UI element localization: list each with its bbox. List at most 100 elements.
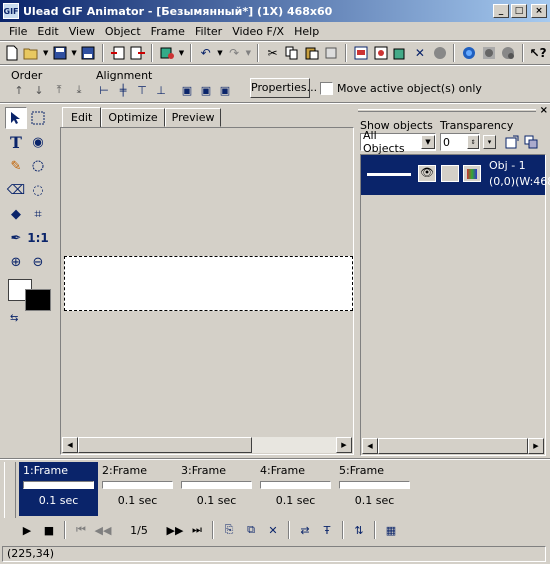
tab-optimize[interactable]: Optimize xyxy=(101,108,165,127)
magic-wand-tool-icon[interactable]: ◉ xyxy=(27,131,49,153)
align-horizontal-icon[interactable]: ▣ xyxy=(178,82,196,98)
reverse-frames-icon[interactable]: ⇅ xyxy=(348,520,370,540)
align-both-icon[interactable]: ▣ xyxy=(216,82,234,98)
export-icon[interactable] xyxy=(128,43,148,63)
scroll-thumb[interactable] xyxy=(378,438,528,454)
paintbrush-tool-icon[interactable]: ✎ xyxy=(5,155,27,177)
duplicate-object-icon[interactable] xyxy=(521,132,541,152)
help-icon[interactable]: ↖? xyxy=(528,43,548,63)
marquee-tool-icon[interactable] xyxy=(27,107,49,129)
actual-size-tool-icon[interactable]: 1:1 xyxy=(27,227,49,249)
text-banner-icon[interactable]: Ŧ xyxy=(316,520,338,540)
next-frame-icon[interactable]: ▶▶ xyxy=(164,520,186,540)
frame-panel-grip[interactable] xyxy=(4,462,16,518)
save-icon[interactable] xyxy=(50,43,70,63)
stop-icon[interactable]: ■ xyxy=(38,520,60,540)
frame-delay[interactable]: 0.1 sec xyxy=(256,494,335,507)
menu-video-fx[interactable]: Video F/X xyxy=(227,25,289,38)
object-row[interactable]: 👁 Obj - 1 (0,0)(W:468 xyxy=(361,155,550,195)
object-list[interactable]: 👁 Obj - 1 (0,0)(W:468 ◀ ▶ xyxy=(360,154,550,456)
tab-edit[interactable]: Edit xyxy=(62,107,102,127)
banner-canvas[interactable] xyxy=(64,256,353,311)
zoom-out-tool-icon[interactable]: ⊖ xyxy=(27,251,49,273)
frame-1[interactable]: 1:Frame 0.1 sec xyxy=(19,462,98,516)
globe-icon[interactable] xyxy=(499,43,519,63)
lasso-tool-icon[interactable]: ◌ xyxy=(27,179,49,201)
send-to-back-icon[interactable]: ⤓ xyxy=(70,82,88,98)
minimize-button[interactable]: _ xyxy=(493,4,509,18)
scroll-right-icon[interactable]: ▶ xyxy=(528,438,544,454)
text-tool-icon[interactable]: T xyxy=(5,131,27,153)
eraser-tool-icon[interactable]: ⌫ xyxy=(5,179,27,201)
scroll-left-icon[interactable]: ◀ xyxy=(62,437,78,453)
chevron-down-icon[interactable]: ▼ xyxy=(421,135,435,149)
fill-tool-icon[interactable]: ◆ xyxy=(5,203,27,225)
redo-dropdown-icon[interactable]: ▼ xyxy=(244,43,253,63)
eyedropper-tool-icon[interactable]: ✒ xyxy=(5,227,27,249)
bring-forward-icon[interactable]: ↑ xyxy=(10,82,28,98)
frame-2[interactable]: 2:Frame 0.1 sec xyxy=(98,462,177,516)
canvas-horizontal-scrollbar[interactable]: ◀ ▶ xyxy=(62,437,352,453)
optimize-dropdown-icon[interactable]: ▼ xyxy=(177,43,186,63)
copy-icon[interactable] xyxy=(282,43,302,63)
align-bottom-icon[interactable]: ⊥ xyxy=(152,82,170,98)
scroll-right-icon[interactable]: ▶ xyxy=(336,437,352,453)
canvas-viewport[interactable]: ◀ ▶ xyxy=(60,127,354,455)
transparency-field[interactable]: 0 ⇕ xyxy=(440,133,480,151)
duplicate-frame-icon[interactable]: ⧉ xyxy=(240,520,262,540)
show-objects-select[interactable]: All Objects ▼ xyxy=(360,129,436,155)
open-icon[interactable] xyxy=(22,43,42,63)
frame-delay[interactable]: 0.1 sec xyxy=(98,494,177,507)
frame-5[interactable]: 5:Frame 0.1 sec xyxy=(335,462,414,516)
bring-to-front-icon[interactable]: ⤒ xyxy=(50,82,68,98)
crop-tool-icon[interactable]: ⌗ xyxy=(27,203,49,225)
web-icon[interactable] xyxy=(459,43,479,63)
lasso-select-tool-icon[interactable] xyxy=(27,155,49,177)
new-object-icon[interactable] xyxy=(502,132,522,152)
resize-icon[interactable]: ✕ xyxy=(410,43,430,63)
previous-frame-icon[interactable]: ◀◀ xyxy=(92,520,114,540)
menu-file[interactable]: File xyxy=(4,25,32,38)
title-bar[interactable]: GIF Ulead GIF Animator - [Безымянный*] (… xyxy=(0,0,550,22)
menu-help[interactable]: Help xyxy=(289,25,324,38)
lock-toggle[interactable] xyxy=(441,165,459,182)
scroll-left-icon[interactable]: ◀ xyxy=(362,438,378,454)
app-icon[interactable]: GIF xyxy=(3,3,19,19)
align-left-icon[interactable]: ⊢ xyxy=(95,82,113,98)
properties-button[interactable]: Properties... xyxy=(250,78,317,98)
new-icon[interactable] xyxy=(2,43,22,63)
frame-3[interactable]: 3:Frame 0.1 sec xyxy=(177,462,256,516)
align-top-icon[interactable]: ⊤ xyxy=(133,82,151,98)
close-button[interactable]: × xyxy=(531,4,547,18)
tween-icon[interactable]: ⇄ xyxy=(294,520,316,540)
delete-icon[interactable] xyxy=(322,43,342,63)
transparency-slider-icon[interactable]: ▾ xyxy=(483,135,496,149)
cut-icon[interactable]: ✂ xyxy=(263,43,283,63)
pick-tool-icon[interactable] xyxy=(5,107,27,129)
frame-delay[interactable]: 0.1 sec xyxy=(177,494,256,507)
menu-frame[interactable]: Frame xyxy=(146,25,190,38)
play-icon[interactable]: ▶ xyxy=(16,520,38,540)
import-icon[interactable] xyxy=(108,43,128,63)
foreground-color-swatch[interactable] xyxy=(25,289,51,311)
align-vertical-icon[interactable]: ▣ xyxy=(197,82,215,98)
save-dropdown-icon[interactable]: ▼ xyxy=(70,43,79,63)
frame-4[interactable]: 4:Frame 0.1 sec xyxy=(256,462,335,516)
save-as-icon[interactable] xyxy=(79,43,99,63)
swap-colors-icon[interactable]: ⇆ xyxy=(10,313,55,324)
frame-icon[interactable] xyxy=(371,43,391,63)
send-backward-icon[interactable]: ↓ xyxy=(30,82,48,98)
delete-frame-icon[interactable]: ✕ xyxy=(262,520,284,540)
frame-delay[interactable]: 0.1 sec xyxy=(19,494,98,507)
menu-object[interactable]: Object xyxy=(100,25,146,38)
browser-icon[interactable] xyxy=(430,43,450,63)
align-center-icon[interactable]: ╪ xyxy=(114,82,132,98)
transparency-spinner-icon[interactable]: ⇕ xyxy=(467,135,479,149)
redo-icon[interactable]: ↷ xyxy=(224,43,244,63)
mask-icon[interactable] xyxy=(479,43,499,63)
menu-view[interactable]: View xyxy=(64,25,100,38)
crop-icon[interactable] xyxy=(391,43,411,63)
zoom-in-tool-icon[interactable]: ⊕ xyxy=(5,251,27,273)
panel-close-icon[interactable]: × xyxy=(540,105,548,116)
last-frame-icon[interactable]: ⏭ xyxy=(186,520,208,540)
